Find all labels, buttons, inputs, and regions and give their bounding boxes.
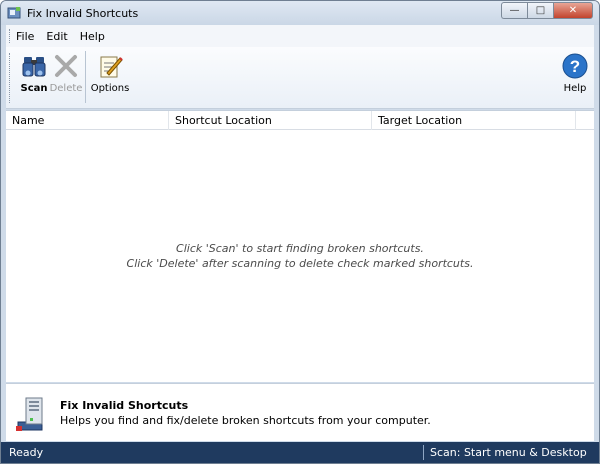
window-title: Fix Invalid Shortcuts [27, 6, 139, 20]
scan-label: Scan [20, 83, 48, 94]
shortcut-list[interactable]: Name Shortcut Location Target Location C… [6, 110, 594, 382]
app-window: Fix Invalid Shortcuts — □ ✕ File Edit He… [0, 0, 600, 464]
options-notepad-icon [97, 53, 123, 79]
help-label: Help [563, 83, 587, 94]
title-bar: Fix Invalid Shortcuts — □ ✕ [1, 1, 599, 25]
delete-x-icon [53, 53, 79, 79]
computer-tower-icon [16, 396, 48, 432]
menu-edit[interactable]: Edit [46, 30, 67, 43]
menu-bar: File Edit Help [6, 25, 594, 47]
toolbar: Scan Delete Options ? Help [6, 47, 594, 109]
close-button[interactable]: ✕ [553, 2, 593, 19]
help-button[interactable]: ? Help [558, 51, 592, 103]
list-header: Name Shortcut Location Target Location [6, 111, 594, 130]
options-button[interactable]: Options [88, 51, 132, 103]
description-text: Helps you find and fix/delete broken sho… [60, 414, 431, 427]
column-header-target-location[interactable]: Target Location [372, 111, 576, 130]
menu-help[interactable]: Help [80, 30, 105, 43]
app-icon [7, 6, 21, 20]
menu-file[interactable]: File [16, 30, 34, 43]
empty-list-message: Click 'Scan' to start finding broken sho… [6, 241, 594, 271]
status-text: Ready [9, 446, 44, 459]
empty-message-line-2: Click 'Delete' after scanning to delete … [126, 257, 474, 270]
minimize-button[interactable]: — [501, 2, 527, 19]
delete-button[interactable]: Delete [46, 51, 86, 103]
empty-message-line-1: Click 'Scan' to start finding broken sho… [176, 242, 424, 255]
toolbar-grip[interactable] [9, 53, 11, 103]
maximize-button[interactable]: □ [527, 2, 553, 19]
scan-scope-status: Scan: Start menu & Desktop [430, 446, 587, 459]
window-controls: — □ ✕ [501, 2, 593, 19]
description-panel: Fix Invalid Shortcuts Helps you find and… [6, 383, 594, 441]
column-header-shortcut-location[interactable]: Shortcut Location [169, 111, 372, 130]
column-header-filler [576, 111, 594, 130]
description-title: Fix Invalid Shortcuts [60, 399, 189, 412]
delete-label: Delete [49, 83, 83, 94]
help-glyph: ? [570, 57, 580, 76]
status-bar: Ready Scan: Start menu & Desktop [1, 442, 599, 463]
menu-grip[interactable] [9, 29, 11, 43]
column-header-name[interactable]: Name [6, 111, 169, 130]
toolbar-separator [85, 51, 86, 103]
binoculars-icon [21, 53, 47, 79]
options-label: Options [90, 83, 130, 94]
help-icon: ? [562, 53, 588, 79]
